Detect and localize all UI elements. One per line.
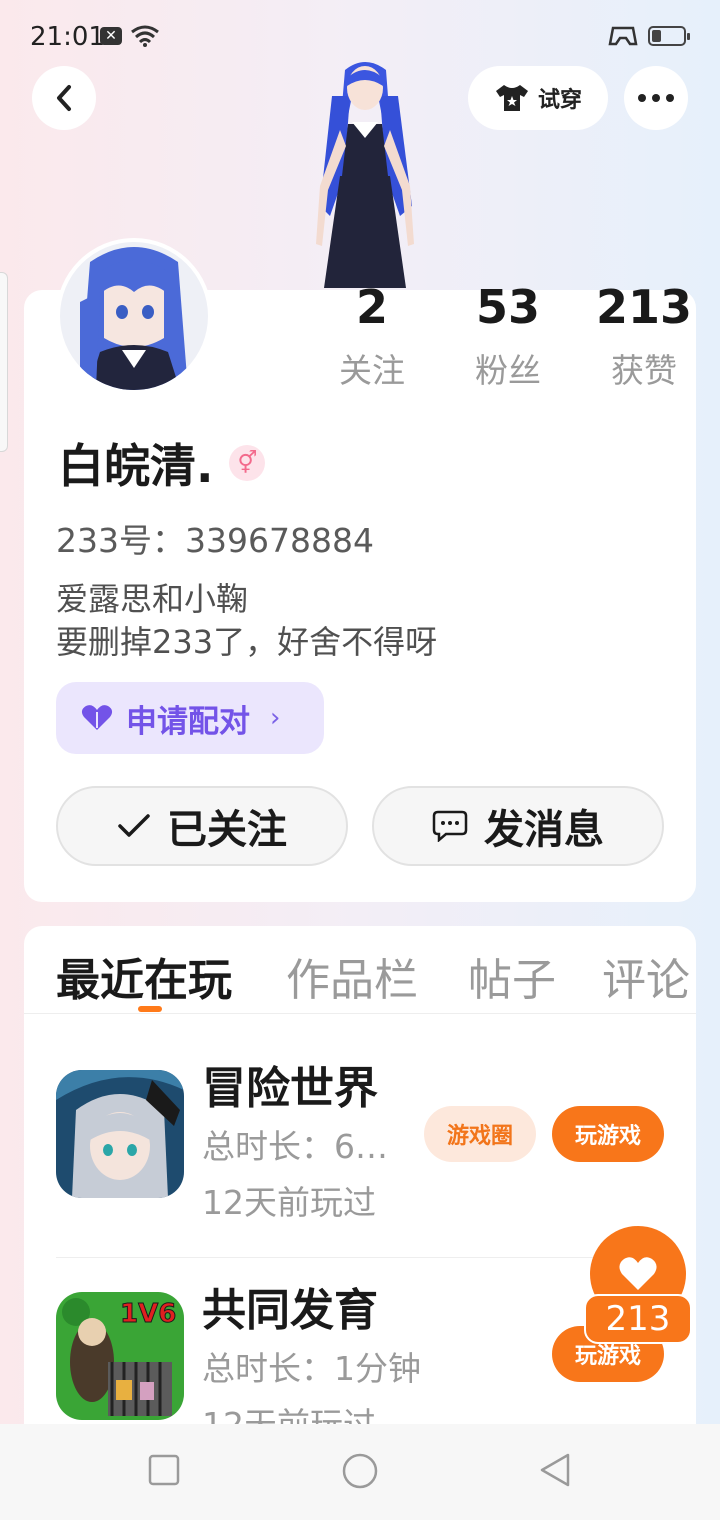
play-game-button[interactable]: 玩游戏: [552, 1106, 664, 1162]
content-card: 最近在玩 作品栏 帖子 评论 冒险世界 总时长：6… 12天前玩过 游戏圈 玩游…: [24, 926, 696, 1424]
back-nav-button[interactable]: [538, 1452, 572, 1488]
wifi-icon: [131, 25, 159, 47]
bio: 爱露思和小鞠 要删掉233了，好舍不得呀: [56, 578, 437, 664]
system-nav-bar: [0, 1424, 720, 1520]
try-on-button[interactable]: 试穿: [468, 66, 608, 130]
followed-label: 已关注: [167, 807, 287, 853]
stat-value: 2: [355, 280, 388, 334]
back-button[interactable]: [32, 66, 96, 130]
message-label: 发消息: [484, 807, 604, 853]
avatar-image: [60, 242, 208, 390]
game-icon: 1V6: [56, 1292, 184, 1420]
stat-following[interactable]: 2 关注: [304, 282, 440, 392]
notification-icon: ✕: [100, 27, 122, 45]
tab-bar: 最近在玩 作品栏 帖子 评论: [24, 926, 696, 1014]
status-time: 21:01: [30, 22, 105, 52]
tab-comments[interactable]: 评论: [602, 944, 690, 1008]
tab-indicator: [138, 1006, 162, 1012]
user-id[interactable]: 233号：339678884: [56, 514, 374, 562]
avatar-character-figure: [316, 62, 414, 288]
game-item[interactable]: 1V6 共同发育 总时长：1分钟 12天前玩过 玩游戏: [56, 1260, 664, 1424]
like-count: 213: [584, 1294, 692, 1344]
game-duration: 总时长：6…: [202, 1127, 388, 1166]
tab-posts[interactable]: 帖子: [468, 944, 556, 1008]
more-dots-icon: [638, 94, 674, 102]
chat-bubble-icon: [432, 810, 468, 842]
check-icon: [118, 814, 150, 837]
message-button[interactable]: 发消息: [372, 786, 664, 866]
heart-icon: [81, 705, 113, 730]
username-text: 白皖清.: [58, 439, 214, 493]
stat-likes[interactable]: 213 获赞: [576, 282, 712, 392]
game-last-played: 12天前玩过: [202, 1398, 376, 1424]
tab-recent-play[interactable]: 最近在玩: [56, 944, 232, 1008]
stat-followers[interactable]: 53 粉丝: [440, 282, 576, 392]
chevron-right-icon: ›: [270, 703, 281, 733]
pair-label: 申请配对: [126, 703, 250, 740]
stat-label: 获赞: [611, 351, 677, 390]
more-button[interactable]: [624, 66, 688, 130]
game-item[interactable]: 冒险世界 总时长：6… 12天前玩过 游戏圈 玩游戏: [56, 1038, 664, 1258]
tab-works[interactable]: 作品栏: [286, 944, 418, 1008]
tshirt-icon: [495, 85, 528, 111]
game-icon-badge: 1V6: [120, 1299, 176, 1329]
avatar[interactable]: [56, 238, 212, 394]
bio-line: 要删掉233了，好舍不得呀: [56, 623, 438, 661]
username: 白皖清. ⚥: [58, 430, 266, 496]
game-circle-button[interactable]: 游戏圈: [424, 1106, 536, 1162]
stat-value: 53: [475, 280, 540, 334]
game-name: 共同发育: [202, 1285, 378, 1336]
home-button[interactable]: [341, 1452, 379, 1490]
gender-icon: ⚥: [229, 445, 266, 481]
bio-line: 爱露思和小鞠: [56, 580, 249, 618]
gamepad-icon: [608, 26, 638, 46]
followed-button[interactable]: 已关注: [56, 786, 348, 866]
chevron-left-icon: [57, 85, 71, 111]
heart-icon: [619, 1257, 657, 1290]
battery-icon: [648, 26, 690, 46]
try-on-label: 试穿: [537, 88, 582, 113]
recent-apps-button[interactable]: [148, 1454, 180, 1486]
side-drawer-handle[interactable]: [0, 272, 8, 452]
game-duration: 总时长：1分钟: [202, 1349, 421, 1388]
stat-label: 粉丝: [475, 351, 541, 390]
game-last-played: 12天前玩过: [202, 1183, 376, 1222]
stat-label: 关注: [339, 351, 405, 390]
stat-value: 213: [595, 280, 693, 334]
battery-level: [652, 30, 661, 42]
pair-request-button[interactable]: 申请配对 ›: [56, 682, 324, 754]
stats-row: 2 关注 53 粉丝 213 获赞: [304, 282, 712, 392]
game-icon: [56, 1070, 184, 1198]
game-name: 冒险世界: [202, 1063, 378, 1114]
